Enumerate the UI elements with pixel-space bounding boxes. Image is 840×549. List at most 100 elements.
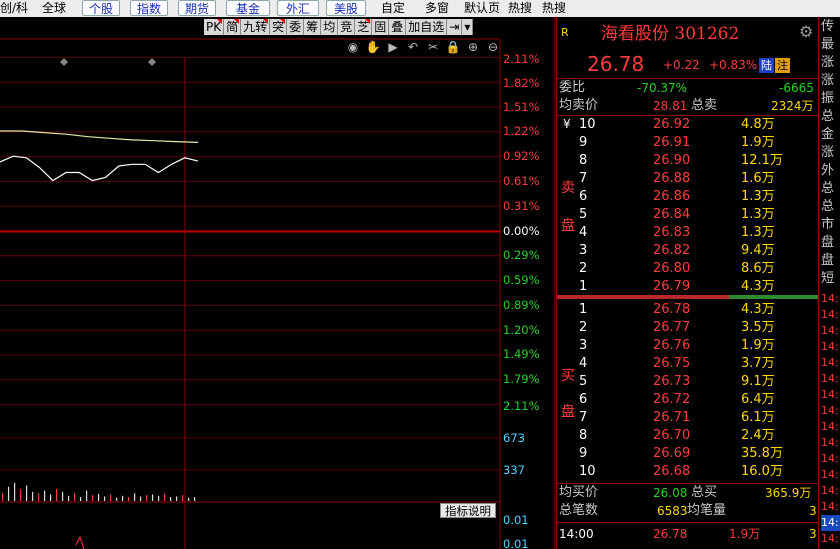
ask-level-row[interactable]: 5 26.84 1.3万: [557, 206, 818, 224]
toolbar-avg[interactable]: 均: [321, 19, 339, 35]
volume-bar: [92, 495, 94, 501]
scissors-icon[interactable]: ✂: [423, 39, 443, 55]
price-axis-label: 0.92%: [503, 149, 540, 163]
menu-button-fund[interactable]: 基金: [226, 0, 270, 16]
menu-item-default-page[interactable]: 默认页: [464, 0, 500, 16]
intraday-chart[interactable]: PK 简 九转 突 委 筹 均 竞 芝 固 叠 加自选 ⇥ ▾ ◉ ✋ ▶ ↶ …: [0, 17, 556, 549]
ask-price: 26.90: [653, 153, 691, 168]
side-time[interactable]: 14:: [821, 355, 840, 371]
ask-level-row[interactable]: 9 26.91 1.9万: [557, 134, 818, 152]
ask-price: 26.88: [653, 171, 691, 186]
toolbar-overlay[interactable]: 叠: [389, 19, 407, 35]
toolbar-add-watchlist[interactable]: 加自选: [406, 19, 448, 35]
eye-icon[interactable]: ◉: [343, 39, 363, 55]
toolbar-pk[interactable]: PK: [204, 19, 225, 35]
menu-item-hot-search-2[interactable]: 热搜: [542, 0, 566, 16]
bid-level-row[interactable]: 2 26.77 3.5万: [557, 319, 818, 337]
menu-item-custom[interactable]: 自定: [381, 0, 405, 16]
bid-level-row[interactable]: 8 26.70 2.4万: [557, 427, 818, 445]
side-time[interactable]: 14:: [821, 387, 840, 403]
volume-axis-label: 337: [503, 463, 525, 477]
bid-level-row[interactable]: 6 26.72 6.4万: [557, 391, 818, 409]
side-time[interactable]: 14:: [821, 419, 840, 435]
tick-row[interactable]: 14:00 26.78 1.9万 3: [557, 525, 818, 543]
menu-item-hot-search[interactable]: 热搜: [508, 0, 532, 16]
ask-level-row[interactable]: 6 26.86 1.3万: [557, 188, 818, 206]
side-time[interactable]: 14:: [821, 339, 840, 355]
ask-level-row[interactable]: 1 26.79 4.3万: [557, 278, 818, 296]
ask-level-row[interactable]: 3 26.82 9.4万: [557, 242, 818, 260]
zoom-out-icon[interactable]: ⊖: [483, 39, 503, 55]
side-time[interactable]: 14:: [821, 307, 840, 323]
bid-level-row[interactable]: 3 26.76 1.9万: [557, 337, 818, 355]
zoom-in-icon[interactable]: ⊕: [463, 39, 483, 55]
toolbar-fixed[interactable]: 固: [372, 19, 390, 35]
chart-canvas: [0, 17, 556, 549]
bid-level-row[interactable]: 1 26.78 4.3万: [557, 301, 818, 319]
menu-item-multiwindow[interactable]: 多窗: [425, 0, 449, 16]
indicator-spike: [75, 535, 85, 549]
bid-level-row[interactable]: 10 26.68 16.0万: [557, 463, 818, 481]
bid-level-row[interactable]: 9 26.69 35.8万: [557, 445, 818, 463]
price-axis-label: 1.79%: [503, 372, 540, 386]
toolbar-simple[interactable]: 简: [224, 19, 242, 35]
toolbar-auction[interactable]: 竞: [338, 19, 356, 35]
chart-toolbar: PK 简 九转 突 委 筹 均 竞 芝 固 叠 加自选 ⇥ ▾: [204, 19, 474, 35]
toolbar-expand-icon[interactable]: ⇥: [447, 19, 463, 35]
menu-button-index[interactable]: 指数: [130, 0, 168, 16]
side-time[interactable]: 14:: [821, 467, 840, 483]
volume-bar: [104, 496, 106, 501]
menu-button-forex[interactable]: 外汇: [277, 0, 319, 16]
menu-button-us-stock[interactable]: 美股: [326, 0, 366, 16]
volume-bar: [38, 493, 40, 501]
ask-level: 6: [579, 189, 588, 204]
side-time[interactable]: 14:: [821, 499, 840, 515]
menu-item-kechuang[interactable]: 创/科: [0, 0, 28, 16]
bid-price: 26.68: [653, 464, 691, 479]
toolbar-order[interactable]: 委: [287, 19, 305, 35]
side-time-selected[interactable]: 14:: [821, 515, 840, 531]
side-time[interactable]: 14:: [821, 451, 840, 467]
side-time[interactable]: 14:: [821, 435, 840, 451]
buy-strength-bar: [729, 295, 818, 299]
ask-level-row[interactable]: 4 26.83 1.3万: [557, 224, 818, 242]
total-buy: 365.9万: [765, 486, 812, 500]
gear-icon[interactable]: ⚙: [799, 23, 813, 41]
event-diamond-marker[interactable]: [60, 58, 68, 66]
price-axis-label: 0.31%: [503, 199, 540, 213]
side-time[interactable]: 14:: [821, 531, 840, 547]
menu-button-stock[interactable]: 个股: [82, 0, 120, 16]
avg-sell-price: 28.81: [653, 99, 688, 113]
menu-button-futures[interactable]: 期货: [178, 0, 216, 16]
side-time[interactable]: 14:: [821, 323, 840, 339]
ask-level-row[interactable]: 2 26.80 8.6万: [557, 260, 818, 278]
bid-volume: 2.4万: [741, 428, 775, 443]
ask-price: 26.84: [653, 207, 691, 222]
ask-level-row[interactable]: 8 26.90 12.1万: [557, 152, 818, 170]
ask-level-row[interactable]: 7 26.88 1.6万: [557, 170, 818, 188]
hand-icon[interactable]: ✋: [363, 39, 383, 55]
side-time[interactable]: 14:: [821, 483, 840, 499]
undo-icon[interactable]: ↶: [403, 39, 423, 55]
toolbar-dropdown-icon[interactable]: ▾: [462, 19, 474, 35]
menu-item-global[interactable]: 全球: [42, 0, 66, 16]
ask-level-row[interactable]: 10 26.92 4.8万: [557, 116, 818, 134]
event-diamond-marker[interactable]: [148, 58, 156, 66]
bid-level-row[interactable]: 5 26.73 9.1万: [557, 373, 818, 391]
toolbar-nine-turn[interactable]: 九转: [241, 19, 271, 35]
connect-badge: 陆: [759, 58, 774, 73]
lock-icon[interactable]: 🔒: [443, 39, 463, 55]
side-time[interactable]: 14:: [821, 291, 840, 307]
toolbar-breakout[interactable]: 突: [270, 19, 288, 35]
bid-level-row[interactable]: 4 26.75 3.7万: [557, 355, 818, 373]
ask-price: 26.83: [653, 225, 691, 240]
side-time[interactable]: 14:: [821, 371, 840, 387]
bid-volume: 6.1万: [741, 410, 775, 425]
toolbar-chips[interactable]: 筹: [304, 19, 322, 35]
play-icon[interactable]: ▶: [383, 39, 403, 55]
indicator-explain-button[interactable]: 指标说明: [440, 503, 496, 518]
side-time[interactable]: 14:: [821, 403, 840, 419]
volume-bar: [182, 495, 184, 501]
toolbar-zhi[interactable]: 芝: [355, 19, 373, 35]
bid-level-row[interactable]: 7 26.71 6.1万: [557, 409, 818, 427]
